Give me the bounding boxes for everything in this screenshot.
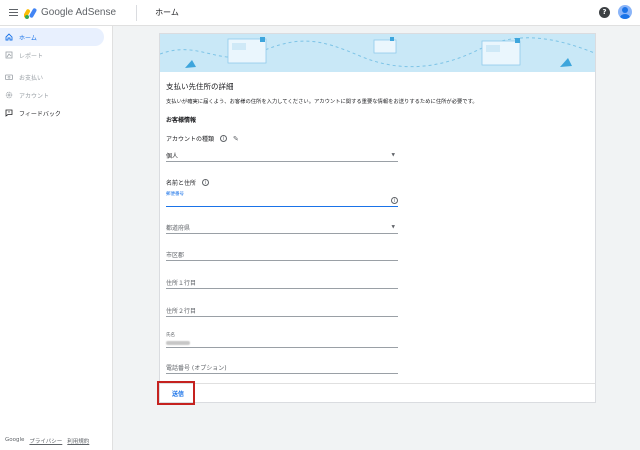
name-address-label: 名前と住所 bbox=[166, 180, 197, 187]
form-description: 支払いが確実に届くよう、お客様の住所を入力してください。アカウントに関する重要な… bbox=[166, 99, 478, 105]
sidebar-item-account[interactable]: アカウント bbox=[0, 86, 112, 104]
postal-code-field[interactable]: 郵便番号 i bbox=[166, 191, 398, 207]
form-content: 支払い先住所の詳細 支払いが確実に届くよう、お客様の住所を入力してください。アカ… bbox=[160, 72, 595, 374]
form-title: 支払い先住所の詳細 bbox=[166, 82, 234, 91]
prefecture-placeholder: 都道府県 bbox=[166, 225, 191, 232]
info-icon[interactable]: i bbox=[220, 135, 228, 142]
terms-link[interactable]: 利用規約 bbox=[67, 437, 89, 445]
banner-illustration bbox=[160, 34, 595, 72]
info-icon[interactable]: i bbox=[202, 179, 210, 186]
sidebar-item-label: フィードバック bbox=[19, 110, 61, 118]
sidebar-item-payments[interactable]: お支払い bbox=[0, 68, 112, 86]
payment-address-card: 支払い先住所の詳細 支払いが確実に届くよう、お客様の住所を入力してください。アカ… bbox=[159, 33, 596, 403]
address-line2-placeholder: 住所２行目 bbox=[166, 307, 197, 315]
google-footer-text: Google bbox=[5, 437, 25, 443]
settings-icon bbox=[5, 91, 13, 99]
avatar[interactable] bbox=[618, 5, 632, 19]
report-icon bbox=[5, 51, 13, 59]
address-line2-field[interactable]: 住所２行目 bbox=[166, 304, 398, 317]
top-app-bar: Google AdSense ホーム ? bbox=[0, 0, 640, 26]
name-label: 氏名 bbox=[166, 333, 175, 338]
account-type-label: アカウントの種類 bbox=[166, 136, 215, 143]
sidebar-item-feedback[interactable]: フィードバック bbox=[0, 104, 112, 122]
address-line1-placeholder: 住所１行目 bbox=[166, 279, 197, 287]
submit-highlight-box bbox=[157, 381, 195, 405]
header-divider bbox=[136, 4, 138, 21]
payment-icon bbox=[5, 73, 13, 81]
home-icon bbox=[5, 33, 13, 41]
edit-pencil-icon[interactable]: ✎ bbox=[233, 135, 239, 143]
brand-name: Google AdSense bbox=[41, 7, 117, 18]
city-field[interactable]: 市区郡 bbox=[166, 248, 398, 261]
sidebar-item-label: ホーム bbox=[19, 34, 37, 42]
customer-info-heading: お客様情報 bbox=[166, 117, 197, 124]
account-type-value: 個人 bbox=[166, 153, 179, 160]
feedback-icon bbox=[5, 109, 13, 117]
sidebar: ホーム レポート お支払い アカウント フィードバック Google プライバシ… bbox=[0, 26, 113, 450]
sidebar-footer: Google プライバシー 利用規約 bbox=[5, 437, 89, 445]
sidebar-item-label: お支払い bbox=[19, 74, 44, 82]
privacy-link[interactable]: プライバシー bbox=[29, 437, 62, 445]
name-field[interactable]: 氏名 bbox=[166, 332, 398, 348]
sidebar-item-report[interactable]: レポート bbox=[0, 46, 112, 64]
sidebar-item-home[interactable]: ホーム bbox=[0, 28, 104, 46]
adsense-logo[interactable]: Google AdSense bbox=[24, 7, 116, 19]
city-placeholder: 市区郡 bbox=[166, 251, 185, 259]
prefecture-select[interactable]: 都道府県 ▼ bbox=[166, 222, 398, 234]
help-icon[interactable]: ? bbox=[599, 6, 610, 18]
phone-placeholder: 電話番号 (オプション) bbox=[166, 364, 227, 372]
menu-icon[interactable] bbox=[4, 4, 22, 22]
envelope-illustration-icon bbox=[160, 37, 595, 68]
phone-field[interactable]: 電話番号 (オプション) bbox=[166, 361, 398, 374]
info-icon[interactable]: i bbox=[391, 197, 398, 204]
card-footer-divider bbox=[160, 383, 595, 384]
redacted-name-value bbox=[166, 341, 190, 345]
account-type-select[interactable]: 個人 ▼ bbox=[166, 150, 398, 162]
dropdown-caret-icon: ▼ bbox=[391, 225, 395, 230]
adsense-logo-icon bbox=[24, 7, 37, 19]
dropdown-caret-icon: ▼ bbox=[391, 153, 395, 158]
address-line1-field[interactable]: 住所１行目 bbox=[166, 276, 398, 289]
sidebar-item-label: アカウント bbox=[19, 92, 50, 100]
sidebar-item-label: レポート bbox=[19, 52, 44, 60]
page-title: ホーム bbox=[155, 8, 179, 17]
